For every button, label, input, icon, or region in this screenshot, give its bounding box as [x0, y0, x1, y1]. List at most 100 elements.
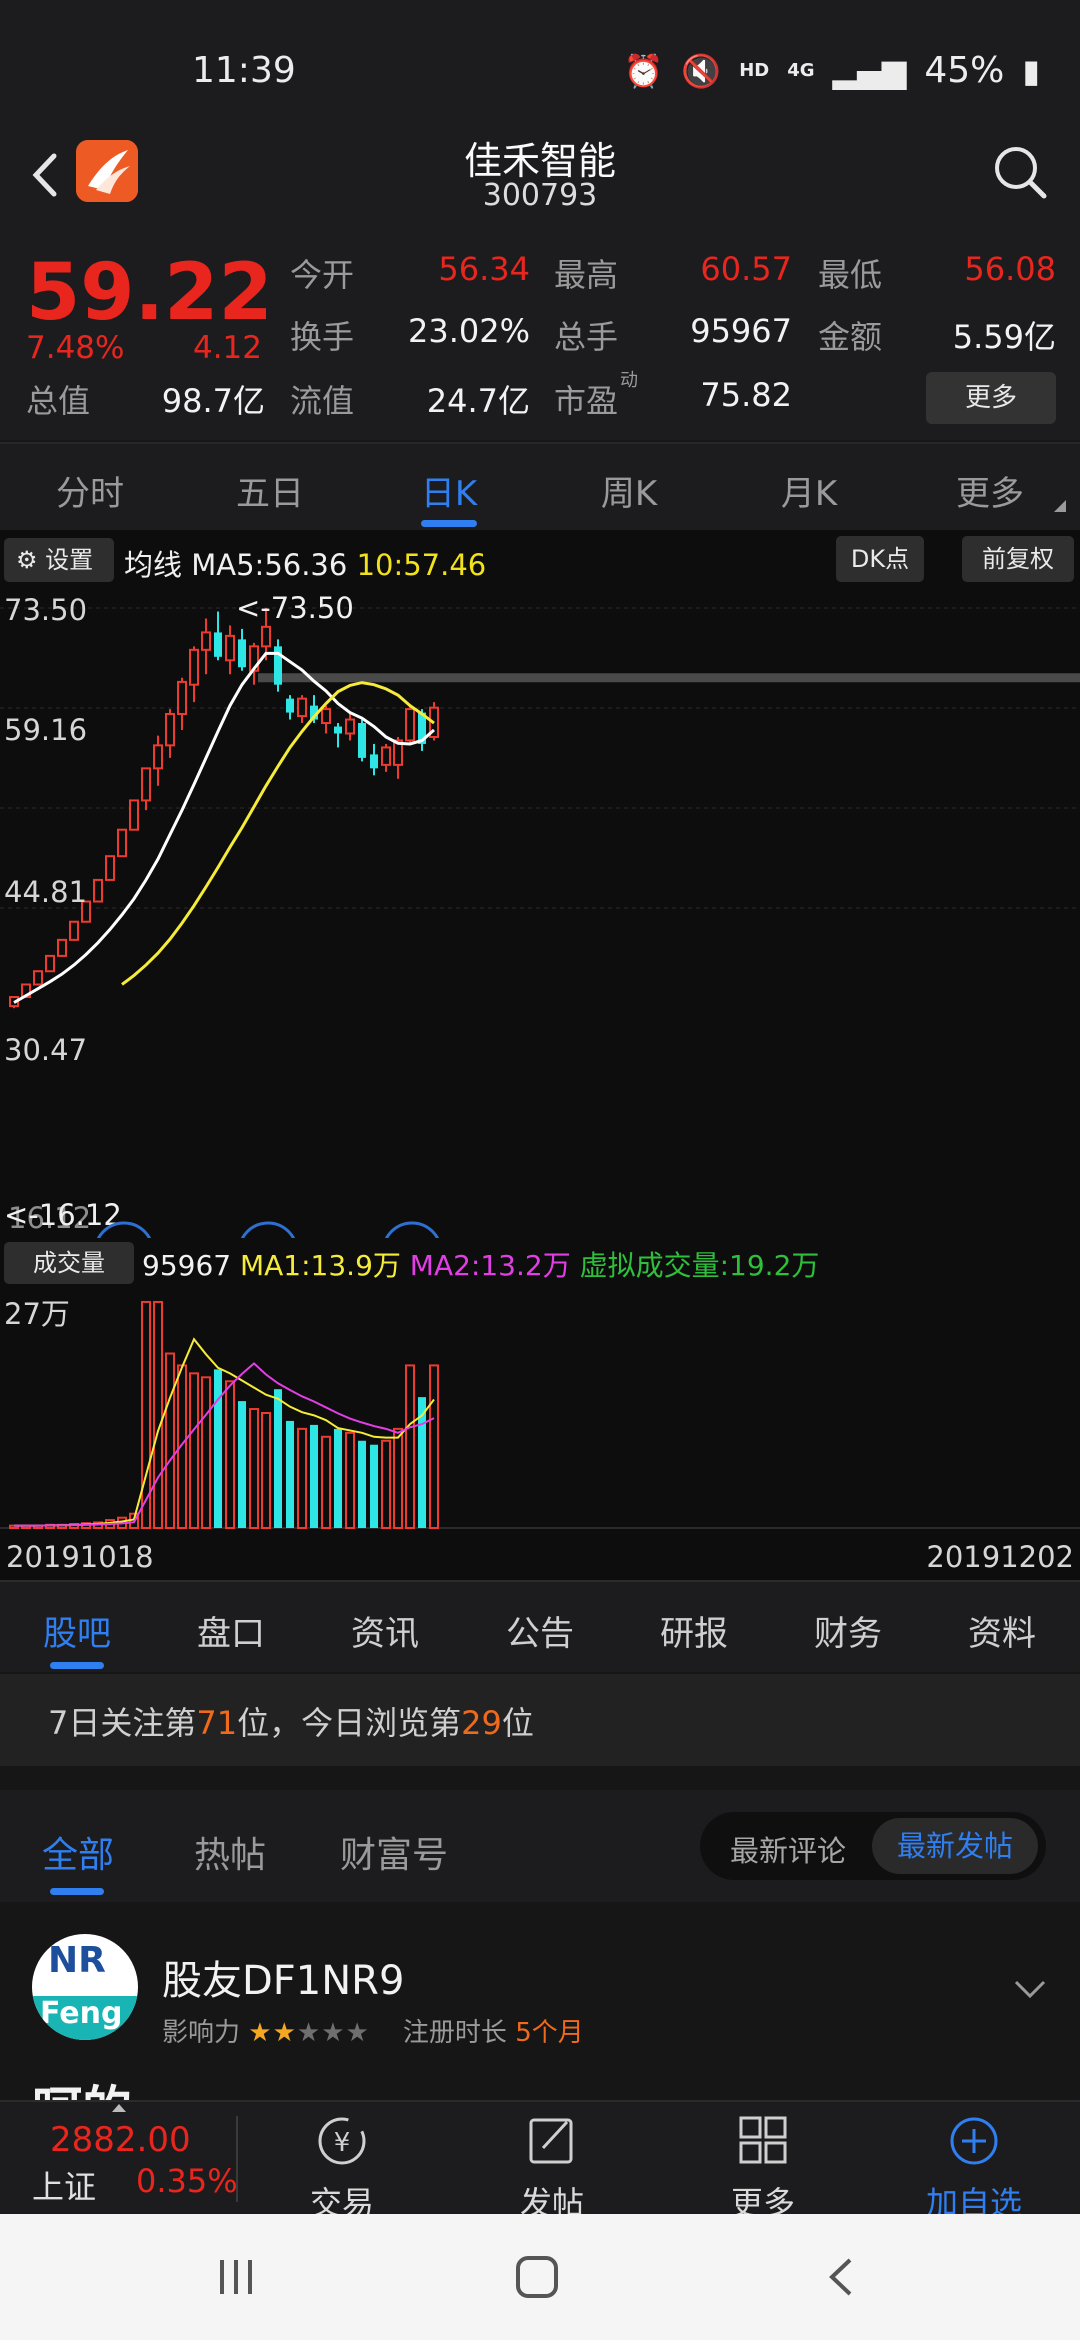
mute-icon: 🔇: [681, 51, 722, 90]
edit-icon: [529, 2118, 573, 2164]
turnover-label: 换手: [290, 318, 355, 356]
float-value-label: 流值: [290, 382, 355, 420]
candle: [286, 698, 294, 713]
candle: [117, 828, 127, 858]
avatar-text-top: NR: [48, 1940, 106, 1981]
volume-bar: [321, 1435, 331, 1529]
pe-label: 市盈: [554, 382, 619, 420]
candle: [238, 639, 246, 668]
low-label: 最低: [818, 256, 883, 294]
low-value: 56.08: [964, 250, 1056, 288]
volume-bar: [261, 1412, 271, 1529]
kline-chart[interactable]: 73.50 59.16 44.81 30.47 <-73.50 16.12 <-…: [0, 590, 1080, 1238]
nav-post[interactable]: 发帖: [492, 2112, 612, 2224]
settings-label: 设置: [45, 546, 94, 574]
nav-add-watchlist[interactable]: 加自选: [914, 2112, 1034, 2224]
bottom-divider: [236, 2116, 238, 2202]
stock-code: 300793: [482, 178, 598, 213]
post-username[interactable]: 股友DF1NR9: [162, 1948, 404, 2006]
tab-hot-posts[interactable]: 热帖: [194, 1826, 266, 1878]
max-annotation: <-73.50: [236, 591, 354, 625]
tab-profile[interactable]: 资料: [942, 1606, 1062, 1655]
tab-finance[interactable]: 财务: [788, 1606, 908, 1655]
total-value-label: 总值: [26, 382, 91, 420]
tab-announcements[interactable]: 公告: [480, 1606, 600, 1655]
chart-start-date: 20191018: [6, 1540, 154, 1574]
tab-order-book[interactable]: 盘口: [171, 1606, 291, 1655]
total-volume-value: 95967: [690, 312, 792, 350]
volume-bar: [214, 1369, 222, 1528]
candle: [105, 855, 115, 881]
pe-value: 75.82: [700, 376, 792, 414]
volume-bar: [238, 1401, 246, 1528]
fullscreen-icon[interactable]: [383, 1221, 441, 1238]
candle: [358, 723, 366, 758]
stock-name: 佳禾智能: [463, 139, 616, 183]
volume-bar: [189, 1372, 199, 1529]
alarm-icon: ⏰: [623, 51, 664, 90]
forum-sub-tabs: 全部 热帖 财富号 最新评论 最新发帖: [0, 1790, 1080, 1902]
virtual-volume: 虚拟成交量:19.2万: [579, 1249, 820, 1282]
pe-superscript: 动: [620, 370, 638, 391]
candle: [214, 632, 222, 657]
index-price[interactable]: 2882.00: [50, 2120, 191, 2160]
home-icon[interactable]: [512, 2254, 562, 2300]
battery-icon: ▮: [1022, 51, 1040, 90]
post-text[interactable]: 呵的: [32, 2070, 132, 2104]
forum-post[interactable]: NR Feng 股友DF1NR9 影响力 ★★★★★ 注册时长 5个月 呵的: [0, 1904, 1080, 2104]
more-quote-button[interactable]: 更多: [926, 372, 1056, 424]
volume-value: 95967: [142, 1249, 232, 1282]
search-icon[interactable]: [990, 142, 1050, 202]
add-circle-icon: [950, 2117, 998, 2165]
candle: [45, 954, 55, 973]
candle: [33, 970, 43, 986]
volume-chart[interactable]: 27万: [0, 1288, 1080, 1538]
ma5-line: [13, 651, 435, 1004]
dk-point-button[interactable]: DK点: [836, 536, 924, 582]
sort-latest-comment[interactable]: 最新评论: [730, 1828, 846, 1870]
recent-apps-icon[interactable]: [212, 2254, 262, 2300]
tab-monthly-k[interactable]: 月K: [749, 466, 869, 515]
candle: [153, 744, 163, 770]
candle: [93, 878, 103, 903]
candle: [225, 634, 235, 662]
tab-more-periods[interactable]: 更多: [930, 466, 1050, 515]
avatar[interactable]: NR Feng: [32, 1934, 138, 2040]
bottom-bar: 2882.00 上证 0.35% ¥ 交易 发帖 更多 加自选: [0, 2100, 1080, 2222]
attention-rank: 7日关注第71位，今日浏览第29位: [0, 1674, 1080, 1766]
tab-five-day[interactable]: 五日: [210, 466, 330, 515]
index-name[interactable]: 上证: [32, 2162, 96, 2208]
candle: [165, 712, 175, 747]
volume-toolbar: 成交量 95967 MA1:13.9万 MA2:13.2万 虚拟成交量:19.2…: [0, 1238, 1080, 1288]
candle: [297, 697, 307, 718]
chart-settings-button[interactable]: ⚙ 设置: [4, 538, 114, 582]
sort-latest-post[interactable]: 最新发帖: [872, 1818, 1038, 1874]
index-change-percent[interactable]: 0.35%: [136, 2162, 238, 2200]
nav-more[interactable]: 更多: [703, 2112, 823, 2224]
tab-daily-k[interactable]: 日K: [389, 466, 509, 515]
candle: [189, 648, 199, 686]
change-percent: 7.48%: [26, 330, 125, 366]
volume-indicator-button[interactable]: 成交量: [4, 1242, 134, 1284]
price-adjust-button[interactable]: 前复权: [962, 536, 1074, 582]
active-tab-indicator: [421, 520, 477, 527]
tab-weekly-k[interactable]: 周K: [569, 466, 689, 515]
tab-fortune-account[interactable]: 财富号: [340, 1826, 448, 1878]
chevron-down-icon[interactable]: [1010, 1974, 1050, 2004]
nav-trade[interactable]: ¥ 交易: [282, 2112, 402, 2224]
tab-intraday[interactable]: 分时: [30, 466, 150, 515]
turnover-value: 23.02%: [407, 312, 530, 350]
tab-news[interactable]: 资讯: [325, 1606, 445, 1655]
change-amount: 4.12: [192, 330, 262, 366]
content-tabs: 股吧 盘口 资讯 公告 研报 财务 资料: [0, 1580, 1080, 1672]
back-nav-icon[interactable]: [818, 2254, 868, 2300]
tab-research[interactable]: 研报: [634, 1606, 754, 1655]
index-expand-icon: [112, 2104, 126, 2112]
amount-label: 金额: [818, 318, 883, 356]
zoom-in-icon[interactable]: [239, 1221, 297, 1238]
period-tabs: 分时 五日 日K 周K 月K 更多: [0, 442, 1080, 530]
battery-percent: 45%: [924, 50, 1005, 91]
tab-forum[interactable]: 股吧: [17, 1606, 137, 1655]
status-bar: 11:39 ⏰ 🔇 HD 4G ▂▄▆ 45% ▮: [0, 0, 1080, 130]
tab-all-posts[interactable]: 全部: [42, 1826, 114, 1878]
